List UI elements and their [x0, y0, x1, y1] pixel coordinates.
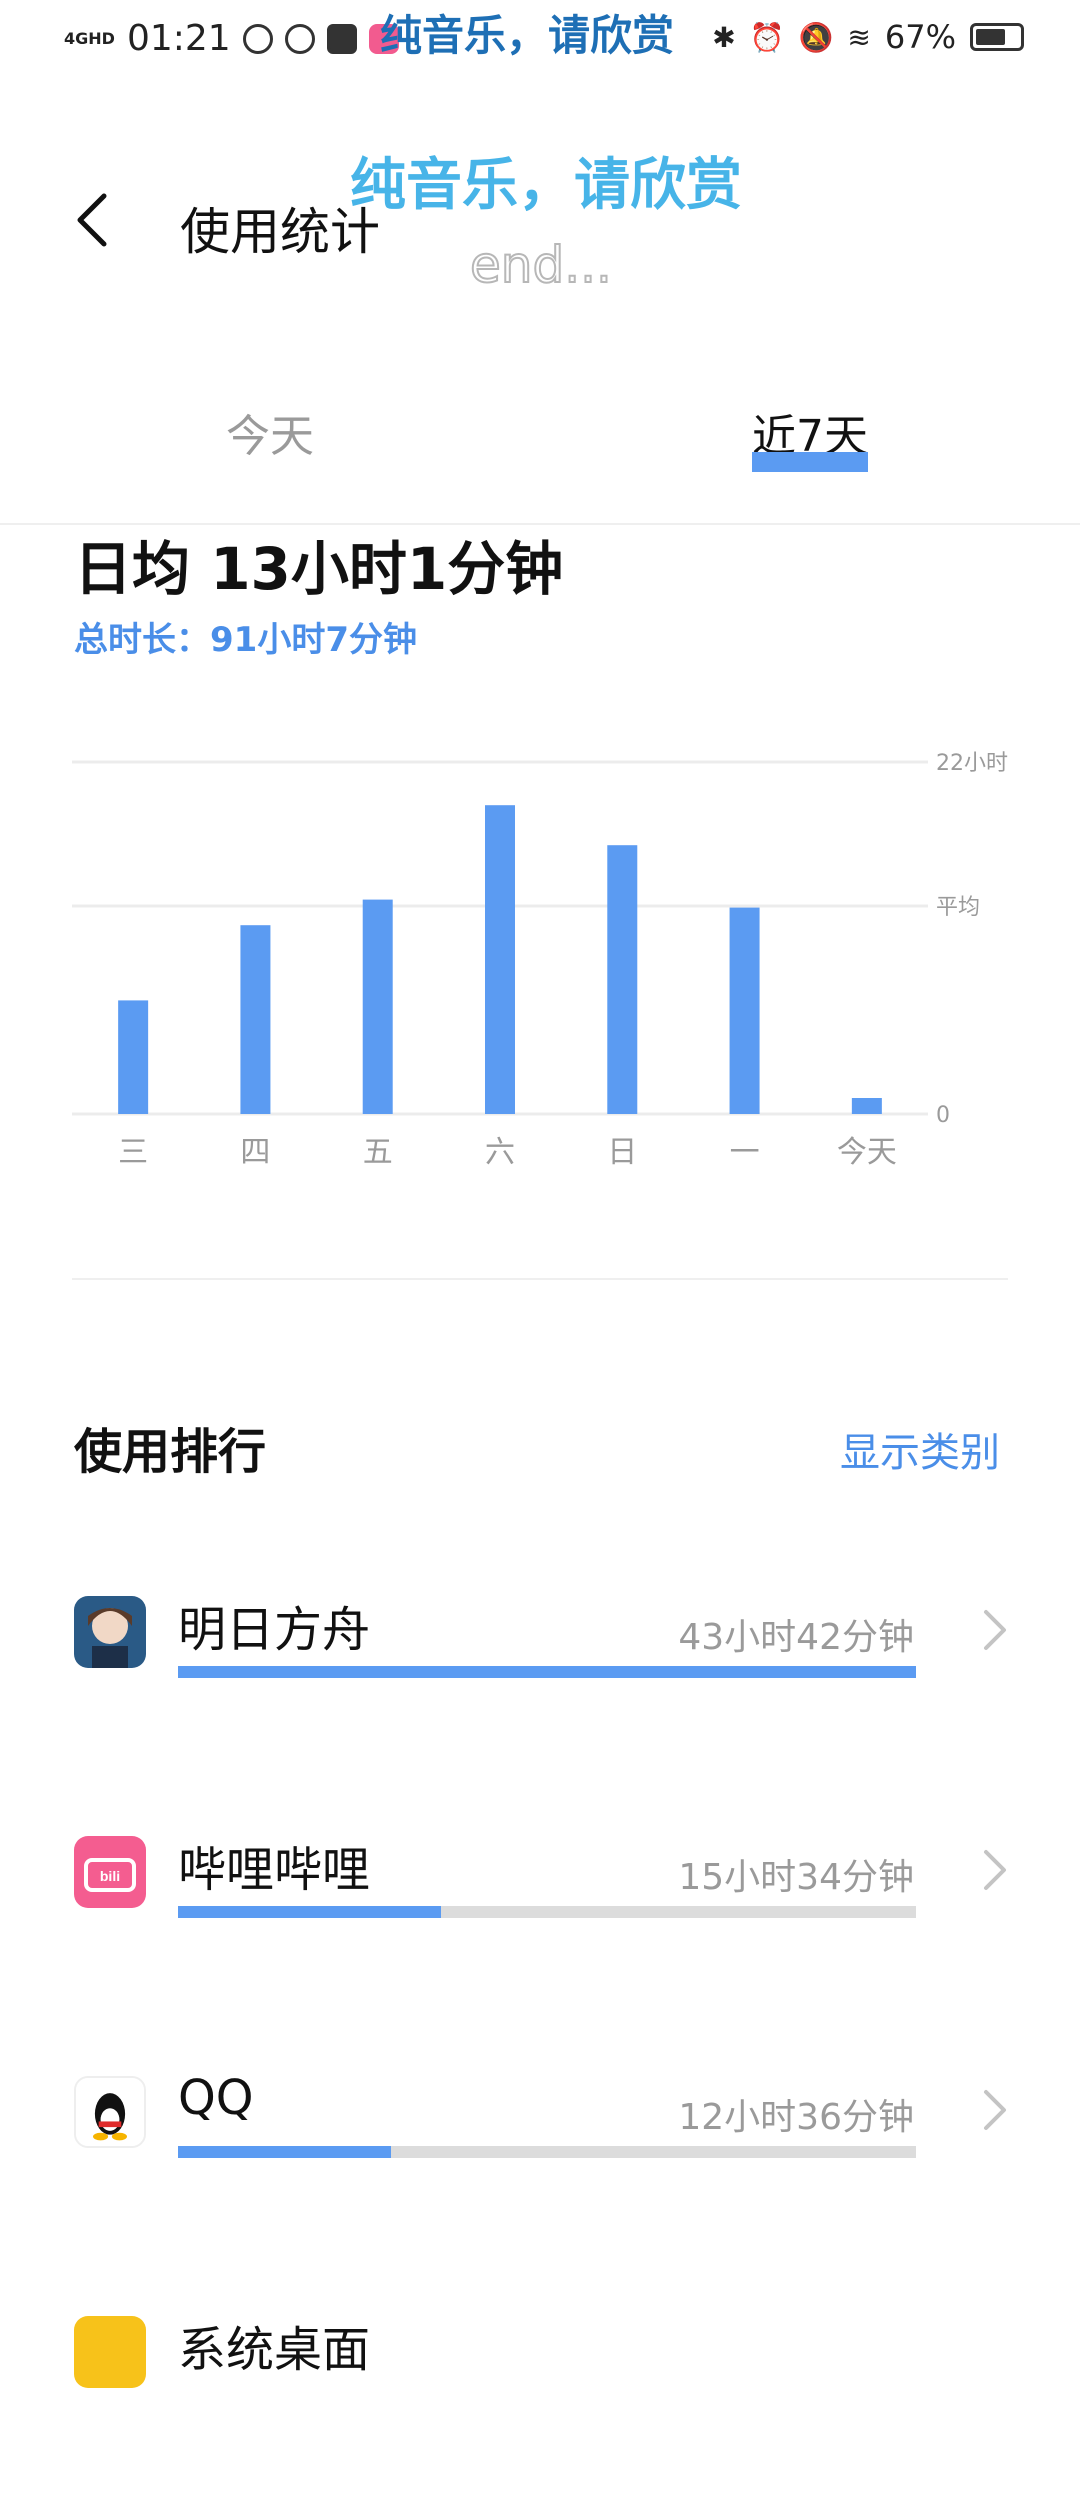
svg-text:bili: bili — [100, 1868, 120, 1884]
chart-x-label: 一 — [730, 1135, 760, 1170]
alarm-icon: ⏰ — [749, 20, 785, 54]
lyric-overlay-small: 纯音乐，请欣赏 — [380, 11, 675, 60]
chart-x-label: 五 — [363, 1135, 393, 1170]
usage-progress-fill — [178, 1666, 916, 1678]
desktop-icon — [74, 2316, 146, 2388]
ranking-title: 使用排行 — [74, 1424, 267, 1480]
chart-divider — [72, 1278, 1008, 1280]
back-button[interactable] — [72, 190, 112, 250]
chart-x-label: 三 — [118, 1135, 148, 1170]
chart-bar — [118, 1000, 149, 1114]
arknights-icon — [74, 1596, 146, 1668]
chart-x-label: 今天 — [837, 1135, 897, 1170]
battery-percentage: 67% — [884, 18, 956, 56]
bilibili-icon: bili — [74, 1836, 146, 1908]
netease-music-icon — [242, 23, 273, 54]
app-usage-time: 12小时36分钟 — [678, 2097, 914, 2138]
mute-icon: 🔕 — [798, 20, 834, 54]
chart-bar — [607, 845, 638, 1114]
wifi-icon: ≋ — [847, 20, 871, 54]
app-name: 明日方舟 — [178, 1602, 371, 1658]
lyric-overlay-large: 纯音乐，请欣赏 — [350, 153, 742, 218]
app-row-arknights[interactable]: 明日方舟 43小时42分钟 — [0, 1596, 1080, 1796]
status-right: ✱ ⏰ 🔕 ≋ 67% — [712, 18, 1024, 56]
usage-progress-fill — [178, 2146, 391, 2158]
network-indicator: 4GHD — [64, 28, 115, 48]
chevron-right-icon — [984, 1850, 1006, 1890]
chart-y-label: 22小时 — [936, 751, 1008, 776]
status-time: 01:21 — [126, 18, 231, 59]
chevron-right-icon — [984, 1610, 1006, 1650]
chart-bar — [729, 907, 760, 1114]
page-title: 使用统计 — [180, 203, 380, 261]
chevron-left-icon — [77, 193, 107, 247]
chevron-right-icon — [984, 2090, 1006, 2130]
chart-x-label: 日 — [607, 1135, 637, 1170]
usage-progress-fill — [178, 1906, 441, 1918]
tab-selected-indicator — [752, 452, 868, 472]
show-category-button[interactable]: 显示类别 — [840, 1420, 1000, 1478]
qq-icon — [74, 2076, 146, 2148]
chart-x-label: 六 — [485, 1135, 515, 1170]
tab-today[interactable]: 今天 — [226, 400, 314, 464]
chart-bar — [851, 1098, 882, 1114]
daily-average: 日均 13小时1分钟 — [74, 535, 564, 603]
app-row-qq[interactable]: QQ 12小时36分钟 — [0, 2070, 1080, 2276]
speed-icon — [284, 23, 315, 54]
chart-bar — [485, 805, 515, 1114]
usage-progress-track — [178, 1906, 916, 1918]
app-name: QQ — [178, 2070, 254, 2126]
app-row-bilibili[interactable]: bili 哔哩哔哩 15小时34分钟 — [0, 1836, 1080, 2036]
app-row-system-desktop[interactable]: 系统桌面 — [0, 2316, 1080, 2516]
total-duration: 总时长：91小时7分钟 — [74, 620, 417, 660]
battery-icon — [970, 23, 1024, 51]
app-name: 系统桌面 — [178, 2322, 371, 2378]
chart-bar — [362, 899, 393, 1114]
chart-x-label: 四 — [240, 1135, 270, 1170]
app-usage-time: 15小时34分钟 — [678, 1857, 914, 1898]
shopping-bag-icon — [326, 23, 357, 54]
status-left: 4GHD 01:21 — [64, 18, 399, 59]
chart-y-label: 平均 — [936, 895, 980, 920]
usage-progress-track — [178, 2146, 916, 2158]
app-name: 哔哩哔哩 — [178, 1842, 371, 1898]
usage-bar-chart: 22小时平均 0 三 四 五 六 日 一 今天 — [72, 751, 1008, 1170]
chart-bar — [240, 925, 271, 1114]
lyric-overlay-end: end... — [469, 235, 613, 295]
usage-progress-track — [178, 1666, 916, 1678]
bluetooth-icon: ✱ — [712, 20, 736, 54]
app-usage-time: 43小时42分钟 — [678, 1617, 914, 1658]
chart-y-label: 0 — [936, 1103, 950, 1128]
